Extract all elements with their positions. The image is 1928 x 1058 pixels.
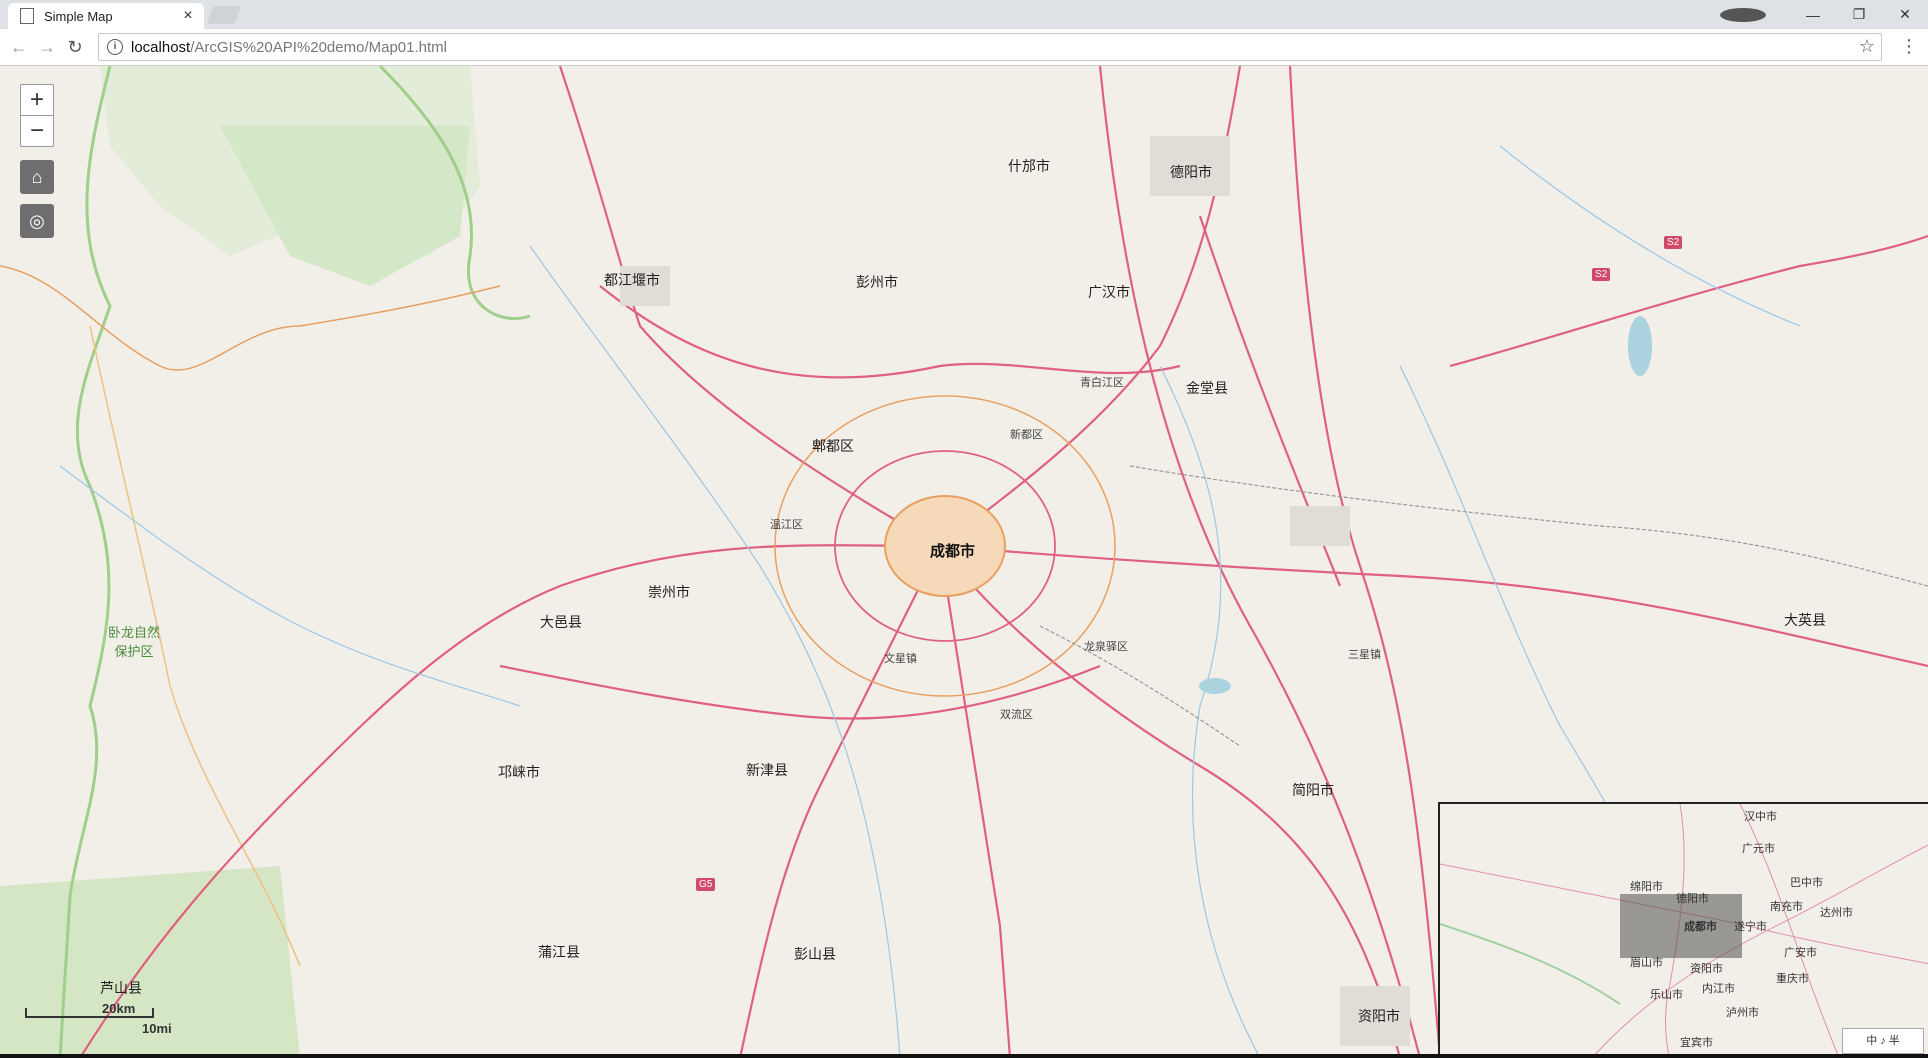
map-label: 龙泉驿区	[1084, 641, 1128, 653]
tab-simple-map[interactable]: Simple Map ×	[8, 3, 204, 29]
url-host: localhost	[131, 38, 191, 56]
map-label: 成都市	[930, 543, 976, 560]
highway-shield: S2	[1664, 236, 1683, 249]
taskbar-edge	[0, 1054, 1928, 1058]
overview-label: 广元市	[1742, 843, 1775, 855]
overview-label: 汉中市	[1744, 811, 1777, 823]
map-label: 资阳市	[1358, 1008, 1400, 1024]
tab-close-icon[interactable]: ×	[180, 8, 196, 24]
maximize-button[interactable]: ❐	[1836, 6, 1882, 23]
overview-label: 泸州市	[1726, 1007, 1759, 1019]
map-label: 德阳市	[1170, 164, 1212, 180]
map-view[interactable]: 成都市 德阳市 什邡市 广汉市 彭州市 都江堰市 郫都区 崇州市 大邑县 邛崃市…	[0, 66, 1928, 1058]
close-window-button[interactable]: ✕	[1882, 6, 1928, 23]
forward-button[interactable]: →	[36, 36, 58, 58]
map-label: 新津县	[746, 762, 788, 778]
overview-label: 乐山市	[1650, 989, 1683, 1001]
map-label: 新都区	[1010, 429, 1043, 441]
map-label: 金堂县	[1186, 380, 1228, 396]
zoom-out-button[interactable]: −	[21, 115, 53, 146]
scale-label-km: 20km	[102, 1001, 136, 1016]
overview-label: 重庆市	[1776, 973, 1809, 985]
new-tab-button[interactable]	[206, 6, 242, 24]
map-label: 大英县	[1784, 612, 1826, 628]
map-label: 大邑县	[540, 614, 582, 630]
zoom-control: + −	[20, 84, 54, 147]
overview-label: 成都市	[1684, 921, 1717, 933]
tab-title: Simple Map	[44, 8, 113, 24]
map-label: 崇州市	[648, 584, 690, 600]
map-label: 简阳市	[1292, 782, 1334, 798]
bookmark-star-icon[interactable]: ☆	[1859, 36, 1875, 57]
info-icon[interactable]: i	[107, 39, 123, 55]
map-label: 彭山县	[794, 946, 836, 962]
map-label: 文星镇	[884, 653, 917, 665]
locate-button[interactable]: ◎	[20, 204, 54, 238]
address-bar[interactable]: i localhost /ArcGIS%20API%20demo/Map01.h…	[98, 33, 1882, 61]
tab-strip: Simple Map × — ❐ ✕	[0, 0, 1928, 29]
reload-button[interactable]: ↻	[64, 36, 86, 58]
overview-label: 遂宁市	[1734, 921, 1767, 933]
back-button[interactable]: ←	[8, 36, 30, 58]
url-path: /ArcGIS%20API%20demo/Map01.html	[190, 38, 447, 56]
page-icon	[20, 8, 34, 24]
map-label: 彭州市	[856, 274, 898, 290]
overview-label: 资阳市	[1690, 963, 1723, 975]
overview-label: 绵阳市	[1630, 881, 1663, 893]
map-label: 三星镇	[1348, 649, 1381, 661]
map-label: 什邡市	[1008, 158, 1050, 174]
map-label: 蒲江县	[538, 944, 580, 960]
map-label: 芦山县	[100, 980, 142, 996]
overview-label: 宜宾市	[1680, 1037, 1713, 1049]
overview-label: 德阳市	[1676, 893, 1709, 905]
window-controls: — ❐ ✕	[1720, 0, 1928, 29]
map-label: 卧龙自然保护区	[107, 625, 160, 659]
minimize-button[interactable]: —	[1790, 7, 1836, 23]
overview-label: 内江市	[1702, 983, 1735, 995]
overview-label: 南充市	[1770, 901, 1803, 913]
overview-toggle[interactable]: 中 ♪ 半	[1842, 1028, 1924, 1054]
map-label: 都江堰市	[604, 272, 660, 288]
overview-label: 眉山市	[1630, 957, 1663, 969]
map-label: 温江区	[770, 519, 803, 531]
overview-label: 广安市	[1784, 947, 1817, 959]
overview-label: 达州市	[1820, 907, 1853, 919]
zoom-in-button[interactable]: +	[21, 85, 53, 115]
scale-label-mi: 10mi	[142, 1021, 172, 1036]
overview-map[interactable]: 汉中市 广元市 巴中市 绵阳市 德阳市 达州市 成都市 遂宁市 南充市 广安市 …	[1438, 802, 1928, 1058]
map-label: 郫都区	[812, 438, 854, 454]
profile-icon[interactable]	[1720, 7, 1766, 22]
map-label: 邛崃市	[498, 764, 540, 780]
home-button[interactable]: ⌂	[20, 160, 54, 194]
browser-toolbar: ← → ↻ i localhost /ArcGIS%20API%20demo/M…	[0, 29, 1928, 66]
browser-menu-icon[interactable]: ⋮	[1900, 36, 1918, 57]
highway-shield: S2	[1592, 268, 1611, 281]
map-label: 双流区	[1000, 709, 1033, 721]
map-label: 青白江区	[1080, 377, 1124, 389]
highway-shield: G5	[696, 878, 716, 891]
overview-label: 巴中市	[1790, 877, 1823, 889]
map-label: 广汉市	[1088, 284, 1130, 300]
